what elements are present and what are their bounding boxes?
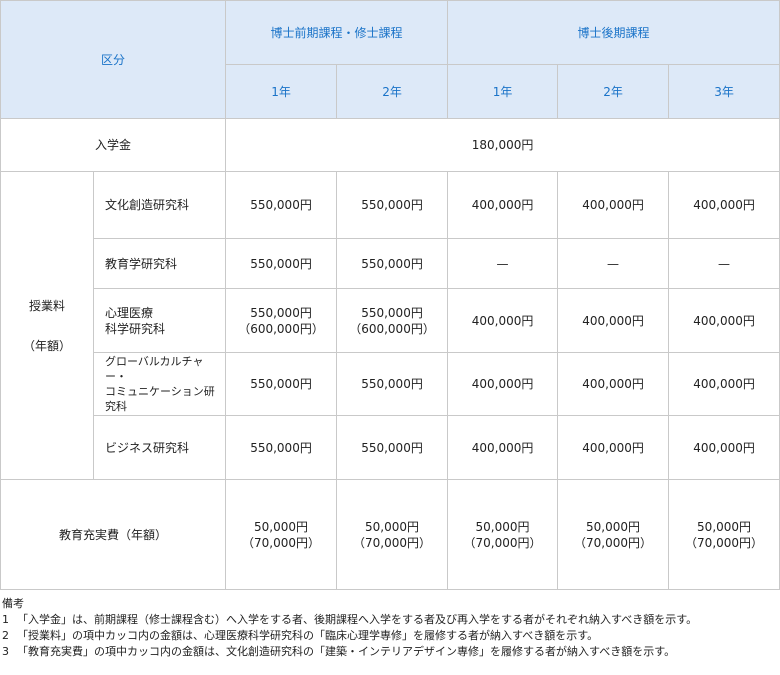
- fee-cell: 400,000円: [668, 352, 780, 416]
- education-fee-label: 教育充実費（年額）: [0, 479, 227, 590]
- fee-cell: 400,000円: [557, 352, 670, 416]
- program-name-line: グローバルカルチャー・: [105, 355, 204, 383]
- header-category: 区分: [0, 0, 227, 119]
- fee-alt: （600,000円）: [349, 321, 435, 336]
- fee-cell: 400,000円: [447, 352, 559, 416]
- admission-value: 180,000円: [225, 118, 780, 172]
- fee-cell: 400,000円: [557, 415, 670, 480]
- fee-cell: 550,000円: [225, 415, 338, 480]
- fee-main: 50,000円: [254, 519, 309, 534]
- header-year: 1年: [447, 64, 559, 119]
- tuition-row: 教育学研究科 550,000円 550,000円 — — —: [1, 238, 780, 289]
- fee-alt: （70,000円）: [242, 535, 321, 550]
- notes-section: 備考 1 「入学金」は、前期課程（修士課程含む）へ入学をする者、後期課程へ入学をす…: [2, 596, 697, 660]
- fee-cell: —: [557, 238, 670, 289]
- header-year: 1年: [225, 64, 338, 119]
- note-item: 3 「教育充実費」の項中カッコ内の金額は、文化創造研究科の「建築・インテリアデザイ…: [2, 644, 697, 660]
- header-year: 2年: [336, 64, 449, 119]
- fee-cell: 400,000円: [557, 288, 670, 353]
- fee-cell: 400,000円: [668, 171, 780, 239]
- program-name-line: 心理医療: [105, 305, 154, 320]
- note-text: 「授業料」の項中カッコ内の金額は、心理医療科学研究科の「臨床心理学専修」を履修す…: [17, 629, 599, 642]
- fee-cell: —: [447, 238, 559, 289]
- fee-cell: 550,000円: [336, 352, 449, 416]
- program-name-line: コミュニケーション研究科: [105, 385, 215, 413]
- program-name: 教育学研究科: [92, 238, 227, 289]
- fee-cell: 400,000円: [447, 415, 559, 480]
- note-text: 「教育充実費」の項中カッコ内の金額は、文化創造研究科の「建築・インテリアデザイン…: [17, 645, 676, 658]
- fee-table: 区分 博士前期課程・修士課程 博士後期課程 1年 2年 1年 2年 3年 入学金…: [0, 0, 780, 590]
- fee-cell: 50,000円 （70,000円）: [447, 479, 559, 590]
- fee-alt: （70,000円）: [353, 535, 432, 550]
- fee-cell: 50,000円 （70,000円）: [225, 479, 338, 590]
- fee-cell: 50,000円 （70,000円）: [557, 479, 670, 590]
- education-fee-row: 教育充実費（年額） 50,000円 （70,000円） 50,000円 （70,…: [0, 479, 780, 590]
- fee-main: 50,000円: [365, 519, 420, 534]
- fee-cell: 550,000円: [336, 415, 449, 480]
- fee-cell: 400,000円: [668, 288, 780, 353]
- fee-main: 550,000円: [250, 305, 312, 320]
- program-name: 心理医療 科学研究科: [92, 288, 227, 353]
- fee-cell: 550,000円: [336, 238, 449, 289]
- fee-alt: （70,000円）: [463, 535, 542, 550]
- fee-cell: 550,000円 （600,000円）: [225, 288, 338, 353]
- note-text: 「入学金」は、前期課程（修士課程含む）へ入学をする者、後期課程へ入学をする者及び…: [17, 613, 698, 626]
- tuition-sublabel: （年額）: [22, 338, 71, 353]
- tuition-label-cell: 授業料 （年額）: [0, 171, 94, 480]
- tuition-row: ビジネス研究科 550,000円 550,000円 400,000円 400,0…: [1, 415, 780, 480]
- admission-row: 入学金 180,000円: [0, 118, 780, 172]
- header-year: 2年: [557, 64, 670, 119]
- header-doctoral-group: 博士後期課程: [447, 0, 780, 65]
- fee-cell: 550,000円: [225, 171, 338, 239]
- note-item: 1 「入学金」は、前期課程（修士課程含む）へ入学をする者、後期課程へ入学をする者及…: [2, 612, 697, 628]
- tuition-row: 心理医療 科学研究科 550,000円 （600,000円） 550,000円 …: [1, 288, 780, 353]
- fee-cell: 400,000円: [447, 288, 559, 353]
- tuition-row: グローバルカルチャー・ コミュニケーション研究科 550,000円 550,00…: [1, 352, 780, 416]
- fee-cell: 50,000円 （70,000円）: [336, 479, 449, 590]
- header-masters-group: 博士前期課程・修士課程: [225, 0, 449, 65]
- note-number: 2: [2, 629, 9, 642]
- fee-cell: 550,000円 （600,000円）: [336, 288, 449, 353]
- fee-main: 50,000円: [586, 519, 641, 534]
- fee-cell: 550,000円: [336, 171, 449, 239]
- program-name: ビジネス研究科: [92, 415, 227, 480]
- fee-alt: （70,000円）: [574, 535, 653, 550]
- fee-cell: 550,000円: [225, 238, 338, 289]
- fee-cell: —: [668, 238, 780, 289]
- program-name: 文化創造研究科: [92, 171, 227, 239]
- fee-main: 50,000円: [475, 519, 530, 534]
- fee-alt: （600,000円）: [238, 321, 324, 336]
- fee-cell: 550,000円: [225, 352, 338, 416]
- admission-label: 入学金: [0, 118, 227, 172]
- fee-cell: 50,000円 （70,000円）: [668, 479, 780, 590]
- fee-cell: 400,000円: [668, 415, 780, 480]
- program-name-line: 科学研究科: [105, 321, 166, 336]
- header-year: 3年: [668, 64, 780, 119]
- tuition-row: 授業料 （年額） 文化創造研究科 550,000円 550,000円 400,0…: [0, 171, 780, 480]
- program-name: グローバルカルチャー・ コミュニケーション研究科: [92, 352, 227, 416]
- fee-cell: 400,000円: [447, 171, 559, 239]
- tuition-label: 授業料: [28, 298, 65, 313]
- notes-title: 備考: [2, 597, 24, 610]
- note-number: 1: [2, 613, 9, 626]
- note-number: 3: [2, 645, 9, 658]
- fee-main: 50,000円: [697, 519, 752, 534]
- fee-alt: （70,000円）: [685, 535, 764, 550]
- fee-cell: 400,000円: [557, 171, 670, 239]
- fee-main: 550,000円: [361, 305, 423, 320]
- note-item: 2 「授業料」の項中カッコ内の金額は、心理医療科学研究科の「臨床心理学専修」を履修…: [2, 628, 697, 644]
